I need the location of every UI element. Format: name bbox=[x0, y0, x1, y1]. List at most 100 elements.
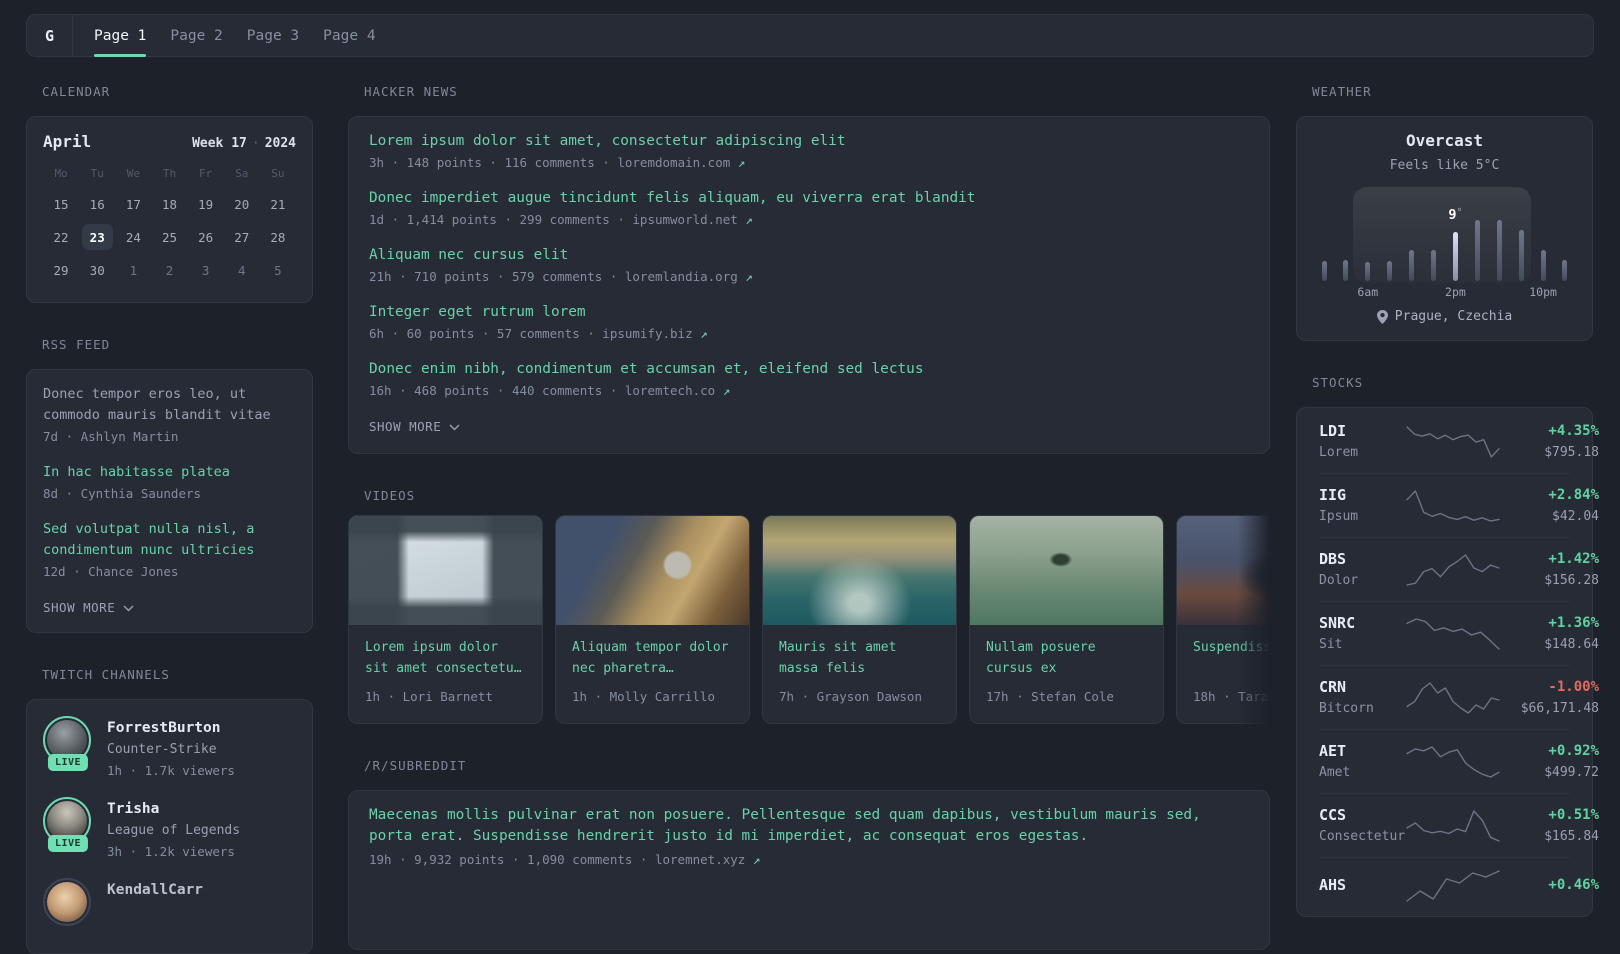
weekday-label: Tu bbox=[90, 167, 104, 180]
video-card[interactable]: Mauris sit amet massa felis 7h · Grayson… bbox=[762, 515, 957, 724]
stock-identity: DBS Dolor bbox=[1319, 549, 1407, 590]
twitch-channel-game: Counter-Strike bbox=[107, 742, 217, 757]
calendar-date-cell: 25 bbox=[161, 229, 178, 245]
subreddit-post-title[interactable]: Maecenas mollis pulvinar erat non posuer… bbox=[369, 805, 1249, 848]
stocks-card: LDI Lorem +4.35% $795.18 IIG Ipsum +2.84… bbox=[1296, 407, 1599, 917]
nav-tab[interactable]: Page 3 bbox=[247, 15, 299, 56]
rss-item-title[interactable]: In hac habitasse platea bbox=[43, 462, 296, 483]
hacker-news-item-domain[interactable]: loremlandia.org bbox=[625, 269, 738, 284]
stock-row[interactable]: CCS Consectetur +0.51% $165.84 bbox=[1319, 794, 1599, 858]
hacker-news-item-domain[interactable]: loremdomain.com bbox=[617, 155, 730, 170]
stock-change: +0.46% bbox=[1548, 876, 1599, 893]
time-axis-label: 6am bbox=[1357, 285, 1379, 299]
hacker-news-show-more-button[interactable]: SHOW MORE bbox=[369, 419, 460, 434]
video-title[interactable]: Lorem ipsum dolor sit amet consectetu… bbox=[365, 637, 526, 679]
calendar-date-cell: 21 bbox=[270, 196, 286, 212]
hacker-news-item-domain[interactable]: loremtech.co bbox=[625, 383, 715, 398]
stock-row[interactable]: CRN Bitcorn -1.00% $66,171.48 bbox=[1319, 666, 1599, 730]
weather-widget: WEATHER Overcast Feels like 5°C 9° 6am 2p… bbox=[1296, 84, 1593, 341]
hacker-news-item-domain[interactable]: ipsumworld.net bbox=[632, 212, 737, 227]
app-logo[interactable]: G bbox=[27, 15, 73, 56]
stock-price: $499.72 bbox=[1544, 765, 1599, 780]
stock-row[interactable]: DBS Dolor +1.42% $156.28 bbox=[1319, 538, 1599, 602]
hacker-news-item-meta: 6h · 60 points · 57 comments · ipsumify.… bbox=[369, 326, 708, 341]
calendar-date-cell: 5 bbox=[274, 262, 282, 278]
calendar-header: April Week 17 · 2024 bbox=[43, 131, 296, 153]
subreddit-section-title: /R/SUBREDDIT bbox=[364, 757, 467, 773]
video-thumbnail bbox=[970, 516, 1163, 625]
stock-symbol: DBS bbox=[1319, 550, 1347, 568]
stock-values: +0.92% $499.72 bbox=[1499, 741, 1599, 782]
stock-row[interactable]: AHS +0.46% bbox=[1319, 858, 1599, 914]
twitch-channel-row[interactable]: KendallCarr bbox=[43, 878, 296, 926]
subreddit-post: Maecenas mollis pulvinar erat non posuer… bbox=[369, 805, 1249, 870]
video-title[interactable]: Aliquam tempor dolor nec pharetra… bbox=[572, 637, 733, 679]
rss-item-title[interactable]: Sed volutpat nulla nisl, a condimentum n… bbox=[43, 519, 296, 561]
twitch-channel-row[interactable]: LIVE Trisha League of Legends 3h · 1.2k … bbox=[43, 797, 296, 861]
nav-tab[interactable]: Page 1 bbox=[94, 15, 147, 57]
calendar-date-cell: 4 bbox=[238, 262, 246, 278]
weather-bar bbox=[1494, 191, 1504, 281]
calendar-date-cell: 16 bbox=[89, 196, 105, 212]
video-card[interactable]: Aliquam tempor dolor nec pharetra… 1h · … bbox=[555, 515, 750, 724]
twitch-card: LIVE ForrestBurton Counter-Strike 1h · 1… bbox=[26, 699, 313, 954]
video-info: Nullam posuere cursus ex 17h · Stefan Co… bbox=[970, 625, 1163, 723]
hacker-news-item-meta: 3h · 148 points · 116 comments · loremdo… bbox=[369, 155, 746, 170]
middle-column: HACKER NEWS Lorem ipsum dolor sit amet, … bbox=[348, 84, 1270, 950]
dashboard-columns: CALENDAR April Week 17 · 2024 Mo Tu We Th Fr Sa… bbox=[26, 84, 1599, 954]
stock-symbol: CCS bbox=[1319, 806, 1347, 824]
video-title[interactable]: Mauris sit amet massa felis bbox=[779, 637, 940, 679]
stock-change: +4.35% bbox=[1548, 423, 1599, 439]
hacker-news-item-title[interactable]: Aliquam nec cursus elit bbox=[369, 245, 1249, 266]
stock-sparkline bbox=[1406, 553, 1500, 587]
weekday-label: Mo bbox=[54, 167, 68, 180]
video-info: Lorem ipsum dolor sit amet consectetu… 1… bbox=[349, 625, 542, 723]
stock-identity: IIG Ipsum bbox=[1319, 485, 1407, 526]
video-title[interactable]: Nullam posuere cursus ex bbox=[986, 637, 1147, 679]
hacker-news-section-title: HACKER NEWS bbox=[364, 84, 458, 99]
video-card[interactable]: Suspendisse diam 18h · Tara bbox=[1176, 515, 1270, 724]
stock-row[interactable]: LDI Lorem +4.35% $795.18 bbox=[1319, 410, 1599, 474]
rss-list: Donec tempor eros leo, ut commodo mauris… bbox=[43, 384, 296, 582]
video-card[interactable]: Lorem ipsum dolor sit amet consectetu… 1… bbox=[348, 515, 543, 724]
video-card[interactable]: Nullam posuere cursus ex 17h · Stefan Co… bbox=[969, 515, 1164, 724]
stock-identity: CRN Bitcorn bbox=[1319, 677, 1407, 718]
rss-item-title[interactable]: Donec tempor eros leo, ut commodo mauris… bbox=[43, 384, 296, 426]
stock-price: $42.04 bbox=[1552, 509, 1599, 524]
stock-row[interactable]: IIG Ipsum +2.84% $42.04 bbox=[1319, 474, 1599, 538]
rss-item: In hac habitasse platea 8d · Cynthia Sau… bbox=[43, 462, 296, 504]
avatar-ring bbox=[43, 878, 91, 926]
video-meta: 1h · Molly Carrillo bbox=[572, 688, 715, 704]
hacker-news-item-title[interactable]: Donec enim nibh, condimentum et accumsan… bbox=[369, 359, 1249, 380]
weather-card: Overcast Feels like 5°C 9° 6am 2pm 10pm Pr… bbox=[1296, 116, 1593, 341]
rss-show-more-button[interactable]: SHOW MORE bbox=[43, 600, 134, 615]
stock-change: +0.92% bbox=[1548, 743, 1599, 759]
hacker-news-item-title[interactable]: Integer eget rutrum lorem bbox=[369, 302, 1249, 323]
stock-row[interactable]: SNRC Sit +1.36% $148.64 bbox=[1319, 602, 1599, 666]
hacker-news-item-domain[interactable]: ipsumify.biz bbox=[602, 326, 692, 341]
nav-tab[interactable]: Page 2 bbox=[170, 15, 222, 56]
twitch-channel-row[interactable]: LIVE ForrestBurton Counter-Strike 1h · 1… bbox=[43, 716, 296, 780]
calendar-date-cell: 20 bbox=[234, 196, 250, 212]
rss-item-meta: 7d · Ashlyn Martin bbox=[43, 429, 179, 444]
hacker-news-item-title[interactable]: Lorem ipsum dolor sit amet, consectetur … bbox=[369, 131, 1249, 152]
video-title[interactable]: Suspendisse diam bbox=[1193, 637, 1270, 679]
calendar-weekday-row: Mo Tu We Th Fr Sa Su bbox=[43, 167, 296, 181]
stock-sparkline bbox=[1406, 425, 1500, 459]
stock-symbol: CRN bbox=[1319, 678, 1347, 696]
stock-values: +0.46% bbox=[1499, 875, 1599, 898]
nav-tab[interactable]: Page 4 bbox=[323, 15, 375, 56]
calendar-date-cell: 23 bbox=[81, 224, 113, 250]
twitch-channel-name: ForrestBurton bbox=[107, 720, 221, 736]
calendar-date-cell: 2 bbox=[165, 262, 174, 278]
twitch-channel-info: ForrestBurton Counter-Strike 1h · 1.7k v… bbox=[107, 716, 235, 780]
nav-tab-label: Page 1 bbox=[94, 27, 147, 44]
top-nav: G Page 1 Page 2 Page 3 Page 4 bbox=[26, 14, 1594, 57]
stock-values: -1.00% $66,171.48 bbox=[1499, 677, 1599, 718]
stock-identity: CCS Consectetur bbox=[1319, 805, 1407, 846]
stock-price: $148.64 bbox=[1544, 637, 1599, 652]
stock-row[interactable]: AET Amet +0.92% $499.72 bbox=[1319, 730, 1599, 794]
subreddit-post-domain[interactable]: loremnet.xyz bbox=[655, 852, 745, 867]
video-thumbnail bbox=[556, 516, 749, 625]
hacker-news-item-title[interactable]: Donec imperdiet augue tincidunt felis al… bbox=[369, 188, 1249, 209]
